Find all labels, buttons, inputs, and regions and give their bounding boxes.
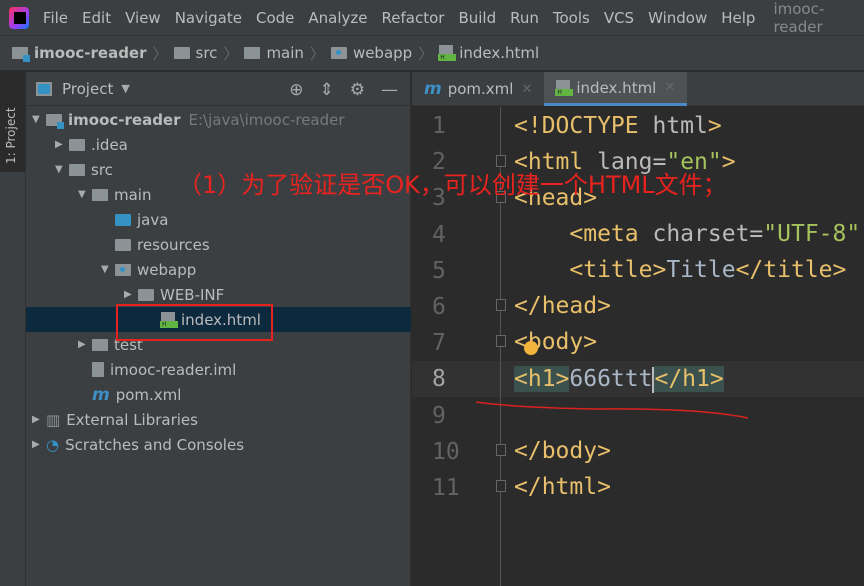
annotation-underline [475,401,749,419]
